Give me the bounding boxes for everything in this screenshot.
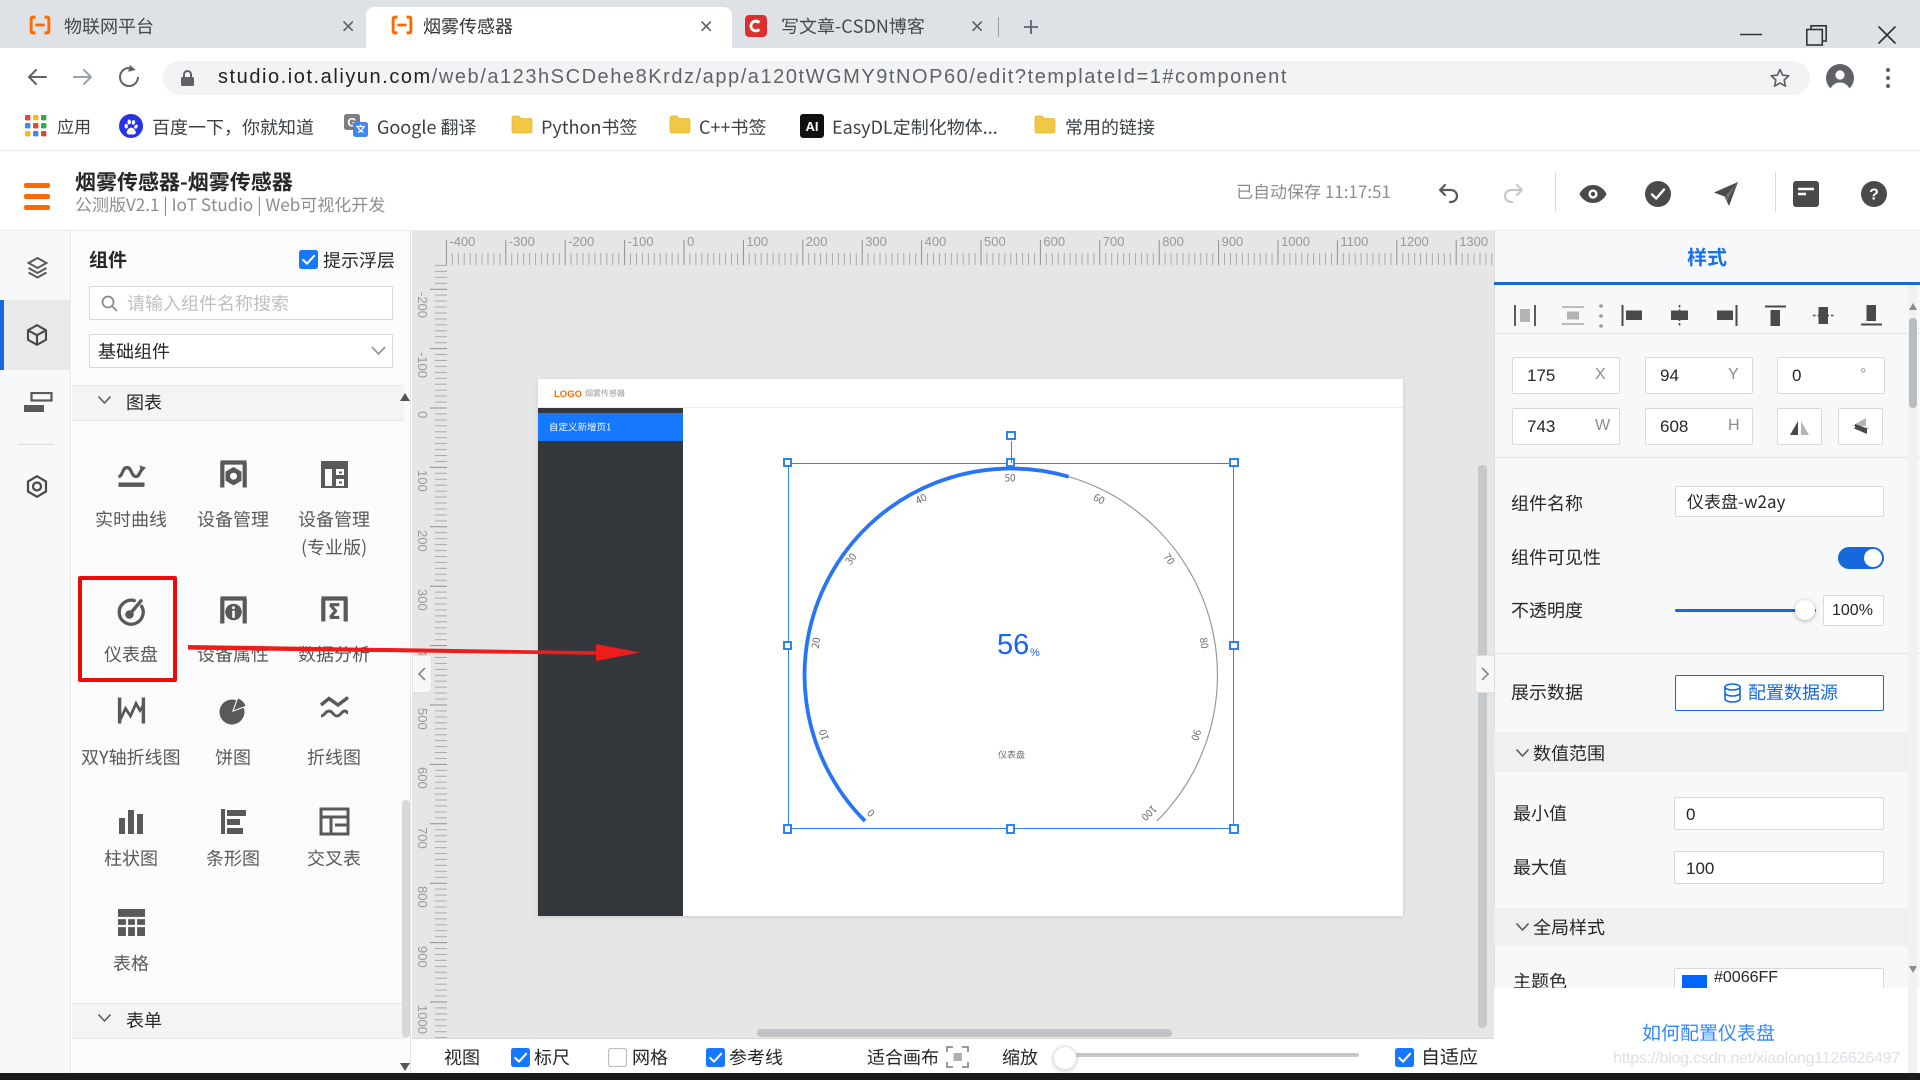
svg-text:?: ? (1869, 187, 1879, 204)
